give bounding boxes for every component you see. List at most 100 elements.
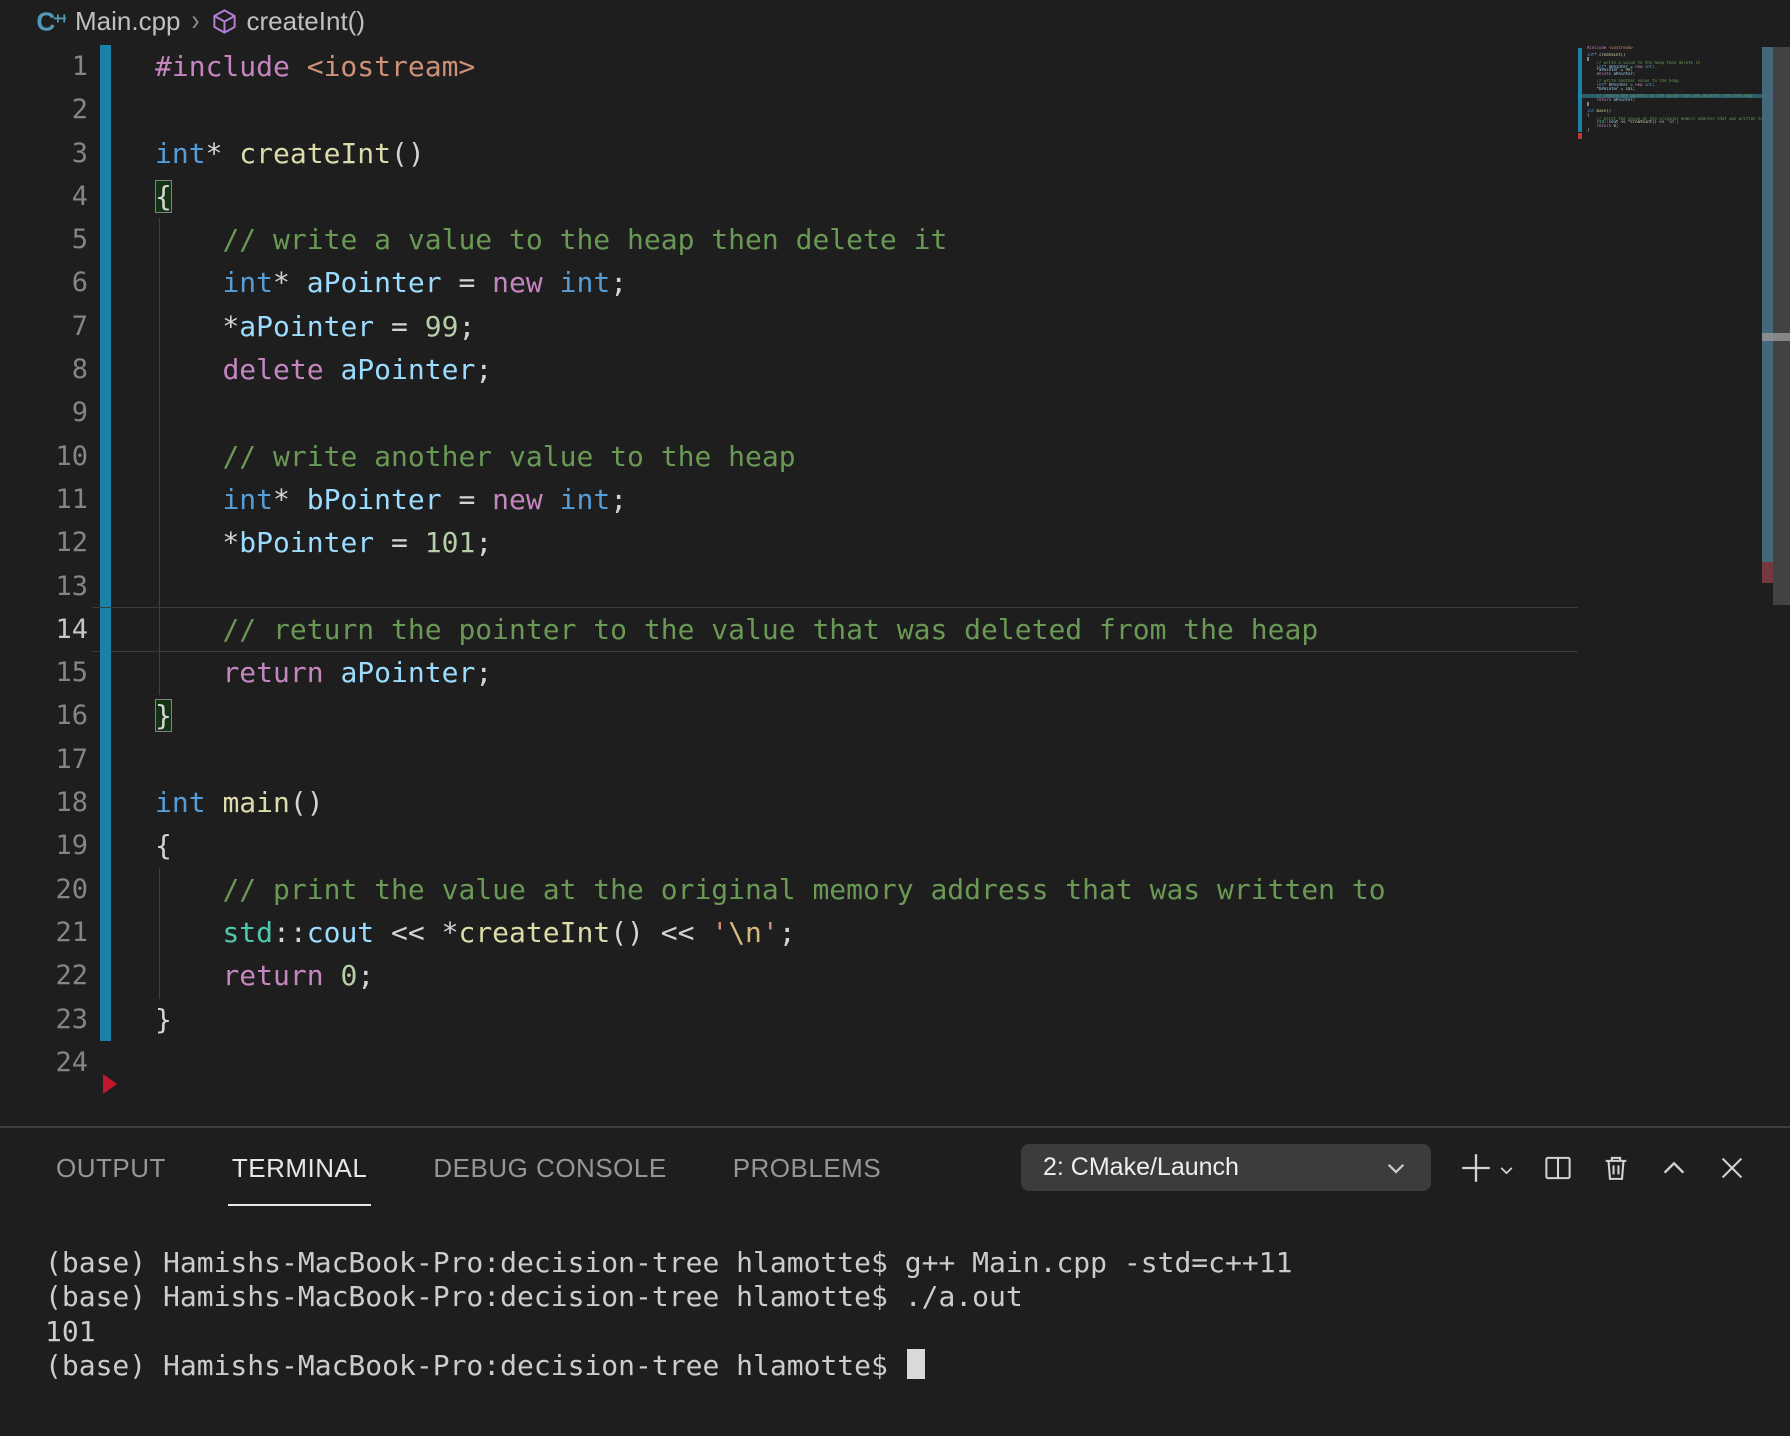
kill-terminal-button[interactable] <box>1601 1153 1631 1183</box>
code-line[interactable]: 17 <box>0 737 1790 782</box>
code-line[interactable]: 19 { <box>0 824 1790 868</box>
line-number[interactable]: 4 <box>0 175 88 218</box>
code-editor[interactable]: 1 #include <iostream> 2 3 int* createInt() 4{… <box>0 42 1790 1126</box>
code-token: main <box>1596 109 1607 113</box>
terminal-profile-icon <box>1500 1166 1513 1174</box>
line-number[interactable]: 18 <box>0 781 88 824</box>
code-token: // write another value to the heap <box>222 439 796 473</box>
line-number[interactable]: 11 <box>0 478 88 521</box>
minimap[interactable]: #include <iostream> int* createInt(){ // … <box>1578 46 1762 150</box>
code-token: ; <box>610 266 628 300</box>
code-token: } <box>155 1002 172 1036</box>
line-number[interactable]: 8 <box>0 348 88 391</box>
code-line[interactable]: 4{ <box>0 174 1790 219</box>
line-number[interactable]: 9 <box>0 391 88 434</box>
line-number[interactable]: 14 <box>0 608 88 651</box>
code-line[interactable]: 6 int* aPointer = new int; <box>0 261 1790 305</box>
breadcrumb-symbol[interactable]: createInt() <box>211 6 365 37</box>
launch-configuration-label: 2: CMake/Launch <box>1043 1153 1239 1181</box>
line-number[interactable]: 22 <box>0 954 88 997</box>
line-number[interactable]: 6 <box>0 261 88 304</box>
git-gutter-decoration <box>100 131 111 175</box>
split-terminal-icon <box>1545 1156 1571 1179</box>
code-line[interactable]: 1 #include <iostream> <box>0 45 1790 89</box>
code-line[interactable]: 20 // print the value at the original me… <box>0 867 1790 911</box>
code-token: createInt <box>1599 53 1621 58</box>
code-text: int* bPointer = new int; <box>155 478 627 521</box>
code-token: createInt <box>239 136 392 170</box>
line-number[interactable]: 5 <box>0 218 88 261</box>
line-number[interactable]: 23 <box>0 998 88 1041</box>
overview-ruler-slider[interactable] <box>1773 47 1790 605</box>
line-number[interactable]: 10 <box>0 435 88 478</box>
close-panel-button[interactable] <box>1717 1153 1747 1183</box>
code-token: aPointer <box>340 656 476 690</box>
editor-lines: 1 #include <iostream> 2 3 int* createInt() 4{… <box>0 45 1790 1084</box>
split-terminal-button[interactable] <box>1543 1153 1573 1183</box>
new-terminal-icon <box>1462 1153 1490 1182</box>
code-text: { <box>155 175 172 218</box>
code-token: #include <box>155 50 290 83</box>
terminal-output[interactable]: (base) Hamishs-MacBook-Pro:decision-tree… <box>45 1246 1770 1383</box>
line-number[interactable]: 20 <box>0 868 88 911</box>
symbol-method-icon <box>212 8 236 34</box>
breadcrumb-separator-icon: › <box>191 3 200 38</box>
code-line[interactable]: 15 return aPointer; <box>0 651 1790 695</box>
code-line[interactable]: 10 // write another value to the heap <box>0 434 1790 478</box>
code-token: () <box>1620 53 1626 58</box>
code-line[interactable]: 11 int* bPointer = new int; <box>0 477 1790 522</box>
new-terminal-button[interactable] <box>1459 1151 1493 1185</box>
code-line[interactable]: 8 delete aPointer; <box>0 348 1790 392</box>
code-token: // return the pointer to the value that … <box>222 612 1319 646</box>
git-gutter-decoration <box>100 651 111 695</box>
code-token: int <box>155 786 206 820</box>
git-gutter-decoration <box>100 434 111 478</box>
code-line[interactable]: 22 return 0; <box>0 954 1790 998</box>
code-line[interactable]: 5 // write a value to the heap then dele… <box>0 218 1790 262</box>
line-number[interactable]: 12 <box>0 521 88 564</box>
code-text: delete aPointer; <box>155 348 492 391</box>
code-line[interactable]: 16} <box>0 694 1790 738</box>
terminal-profile-button[interactable] <box>1498 1162 1515 1185</box>
launch-configuration-dropdown[interactable]: 2: CMake/Launch <box>1021 1144 1431 1191</box>
code-line[interactable]: 24 <box>0 1041 1790 1084</box>
scrollbar-separator <box>1762 333 1790 341</box>
code-token: ; <box>778 915 796 949</box>
breadcrumb-file[interactable]: C + + Main.cpp <box>36 6 180 37</box>
code-token: int <box>222 482 274 516</box>
code-line[interactable]: 13 <box>0 564 1790 608</box>
code-line[interactable]: 23} <box>0 997 1790 1041</box>
dropdown-chevron-icon <box>1387 1163 1405 1174</box>
code-line[interactable]: 9 <box>0 391 1790 435</box>
line-number[interactable]: 21 <box>0 911 88 954</box>
code-line[interactable]: 18 int main() <box>0 781 1790 825</box>
line-number[interactable]: 24 <box>0 1041 88 1084</box>
panel-tab-debug-console[interactable]: DEBUG CONSOLE <box>429 1128 670 1208</box>
panel-tab-terminal[interactable]: TERMINAL <box>227 1128 372 1208</box>
panel-tab-output[interactable]: OUTPUT <box>52 1128 170 1208</box>
line-number[interactable]: 17 <box>0 738 88 781</box>
line-number[interactable]: 3 <box>0 132 88 175</box>
line-number[interactable]: 2 <box>0 88 88 131</box>
line-number[interactable]: 7 <box>0 305 88 348</box>
code-line[interactable]: 7 *aPointer = 99; <box>0 304 1790 349</box>
code-line[interactable]: 21 std::cout << *createInt() << '\n'; <box>0 910 1790 955</box>
panel-tab-problems[interactable]: PROBLEMS <box>729 1128 886 1208</box>
code-token: << * <box>1618 120 1631 125</box>
line-number[interactable]: 15 <box>0 651 88 694</box>
line-number[interactable]: 16 <box>0 694 88 737</box>
line-number[interactable]: 1 <box>0 45 88 88</box>
code-line[interactable]: 3 int* createInt() <box>0 131 1790 175</box>
code-line[interactable]: 14 // return the pointer to the value th… <box>0 606 1790 653</box>
line-number[interactable]: 13 <box>0 565 88 608</box>
maximize-panel-button[interactable] <box>1659 1153 1689 1183</box>
code-line[interactable]: 2 <box>0 88 1790 132</box>
code-token: int <box>1644 83 1653 87</box>
code-line[interactable]: 12 *bPointer = 101; <box>0 521 1790 565</box>
line-number[interactable]: 19 <box>0 824 88 867</box>
scrollbar-slider[interactable] <box>1762 47 1773 562</box>
